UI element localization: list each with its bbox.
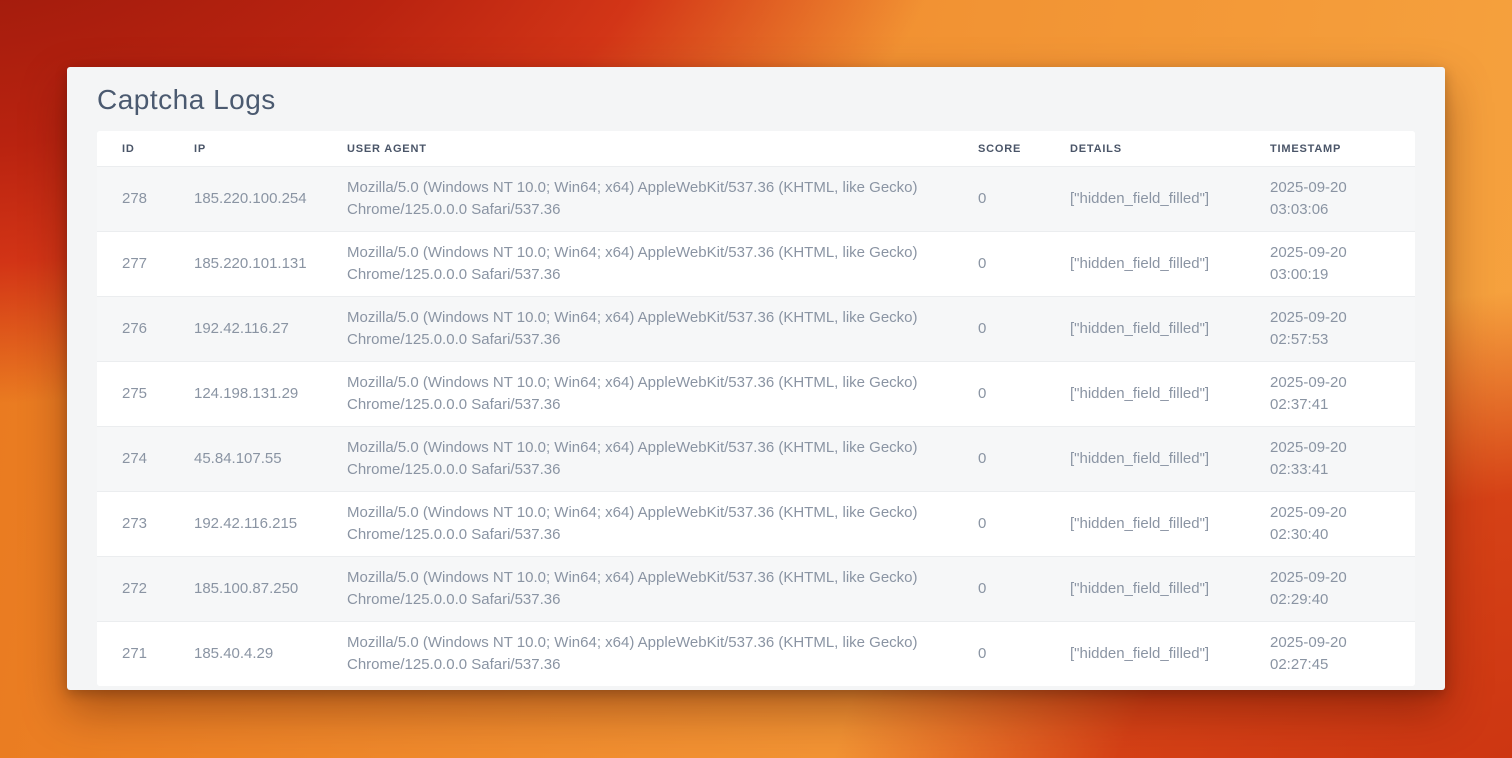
column-header-ip: IP [169, 131, 322, 167]
cell-id: 271 [97, 622, 169, 687]
column-header-details: DETAILS [1045, 131, 1245, 167]
table-row: 278 185.220.100.254 Mozilla/5.0 (Windows… [97, 167, 1415, 232]
cell-details: ["hidden_field_filled"] [1045, 557, 1245, 622]
cell-details: ["hidden_field_filled"] [1045, 232, 1245, 297]
captcha-logs-table-container: ID IP USER AGENT SCORE DETAILS TIMESTAMP… [97, 131, 1415, 686]
cell-user-agent: Mozilla/5.0 (Windows NT 10.0; Win64; x64… [322, 232, 953, 297]
cell-user-agent: Mozilla/5.0 (Windows NT 10.0; Win64; x64… [322, 427, 953, 492]
cell-ip: 185.220.100.254 [169, 167, 322, 232]
cell-score: 0 [953, 622, 1045, 687]
cell-id: 273 [97, 492, 169, 557]
cell-timestamp: 2025-09-20 02:37:41 [1245, 362, 1415, 427]
column-header-score: SCORE [953, 131, 1045, 167]
column-header-id: ID [97, 131, 169, 167]
table-header: ID IP USER AGENT SCORE DETAILS TIMESTAMP [97, 131, 1415, 167]
cell-id: 272 [97, 557, 169, 622]
table-row: 275 124.198.131.29 Mozilla/5.0 (Windows … [97, 362, 1415, 427]
table-row: 272 185.100.87.250 Mozilla/5.0 (Windows … [97, 557, 1415, 622]
cell-ip: 185.40.4.29 [169, 622, 322, 687]
cell-score: 0 [953, 362, 1045, 427]
cell-ip: 45.84.107.55 [169, 427, 322, 492]
cell-details: ["hidden_field_filled"] [1045, 492, 1245, 557]
cell-timestamp: 2025-09-20 02:57:53 [1245, 297, 1415, 362]
cell-details: ["hidden_field_filled"] [1045, 297, 1245, 362]
cell-timestamp: 2025-09-20 03:03:06 [1245, 167, 1415, 232]
cell-user-agent: Mozilla/5.0 (Windows NT 10.0; Win64; x64… [322, 297, 953, 362]
cell-user-agent: Mozilla/5.0 (Windows NT 10.0; Win64; x64… [322, 492, 953, 557]
cell-details: ["hidden_field_filled"] [1045, 427, 1245, 492]
cell-id: 276 [97, 297, 169, 362]
cell-score: 0 [953, 297, 1045, 362]
cell-user-agent: Mozilla/5.0 (Windows NT 10.0; Win64; x64… [322, 557, 953, 622]
cell-user-agent: Mozilla/5.0 (Windows NT 10.0; Win64; x64… [322, 167, 953, 232]
column-header-timestamp: TIMESTAMP [1245, 131, 1415, 167]
table-row: 271 185.40.4.29 Mozilla/5.0 (Windows NT … [97, 622, 1415, 687]
table-row: 276 192.42.116.27 Mozilla/5.0 (Windows N… [97, 297, 1415, 362]
cell-score: 0 [953, 167, 1045, 232]
cell-details: ["hidden_field_filled"] [1045, 622, 1245, 687]
cell-id: 278 [97, 167, 169, 232]
cell-score: 0 [953, 557, 1045, 622]
cell-timestamp: 2025-09-20 02:29:40 [1245, 557, 1415, 622]
cell-score: 0 [953, 427, 1045, 492]
table-header-row: ID IP USER AGENT SCORE DETAILS TIMESTAMP [97, 131, 1415, 167]
captcha-logs-table: ID IP USER AGENT SCORE DETAILS TIMESTAMP… [97, 131, 1415, 686]
cell-ip: 185.100.87.250 [169, 557, 322, 622]
cell-ip: 124.198.131.29 [169, 362, 322, 427]
cell-id: 277 [97, 232, 169, 297]
cell-timestamp: 2025-09-20 03:00:19 [1245, 232, 1415, 297]
table-row: 274 45.84.107.55 Mozilla/5.0 (Windows NT… [97, 427, 1415, 492]
page-background: { "page": { "title": "Captcha Logs" }, "… [0, 0, 1512, 758]
cell-details: ["hidden_field_filled"] [1045, 362, 1245, 427]
captcha-logs-card: Captcha Logs ID IP USER AGENT SCORE DETA… [67, 67, 1445, 690]
cell-ip: 192.42.116.27 [169, 297, 322, 362]
table-row: 273 192.42.116.215 Mozilla/5.0 (Windows … [97, 492, 1415, 557]
cell-details: ["hidden_field_filled"] [1045, 167, 1245, 232]
cell-score: 0 [953, 232, 1045, 297]
column-header-user-agent: USER AGENT [322, 131, 953, 167]
table-row: 277 185.220.101.131 Mozilla/5.0 (Windows… [97, 232, 1415, 297]
cell-user-agent: Mozilla/5.0 (Windows NT 10.0; Win64; x64… [322, 622, 953, 687]
table-body: 278 185.220.100.254 Mozilla/5.0 (Windows… [97, 167, 1415, 687]
cell-timestamp: 2025-09-20 02:33:41 [1245, 427, 1415, 492]
cell-id: 274 [97, 427, 169, 492]
cell-timestamp: 2025-09-20 02:27:45 [1245, 622, 1415, 687]
page-title: Captcha Logs [97, 83, 1415, 117]
cell-ip: 185.220.101.131 [169, 232, 322, 297]
cell-timestamp: 2025-09-20 02:30:40 [1245, 492, 1415, 557]
cell-id: 275 [97, 362, 169, 427]
cell-user-agent: Mozilla/5.0 (Windows NT 10.0; Win64; x64… [322, 362, 953, 427]
cell-score: 0 [953, 492, 1045, 557]
cell-ip: 192.42.116.215 [169, 492, 322, 557]
